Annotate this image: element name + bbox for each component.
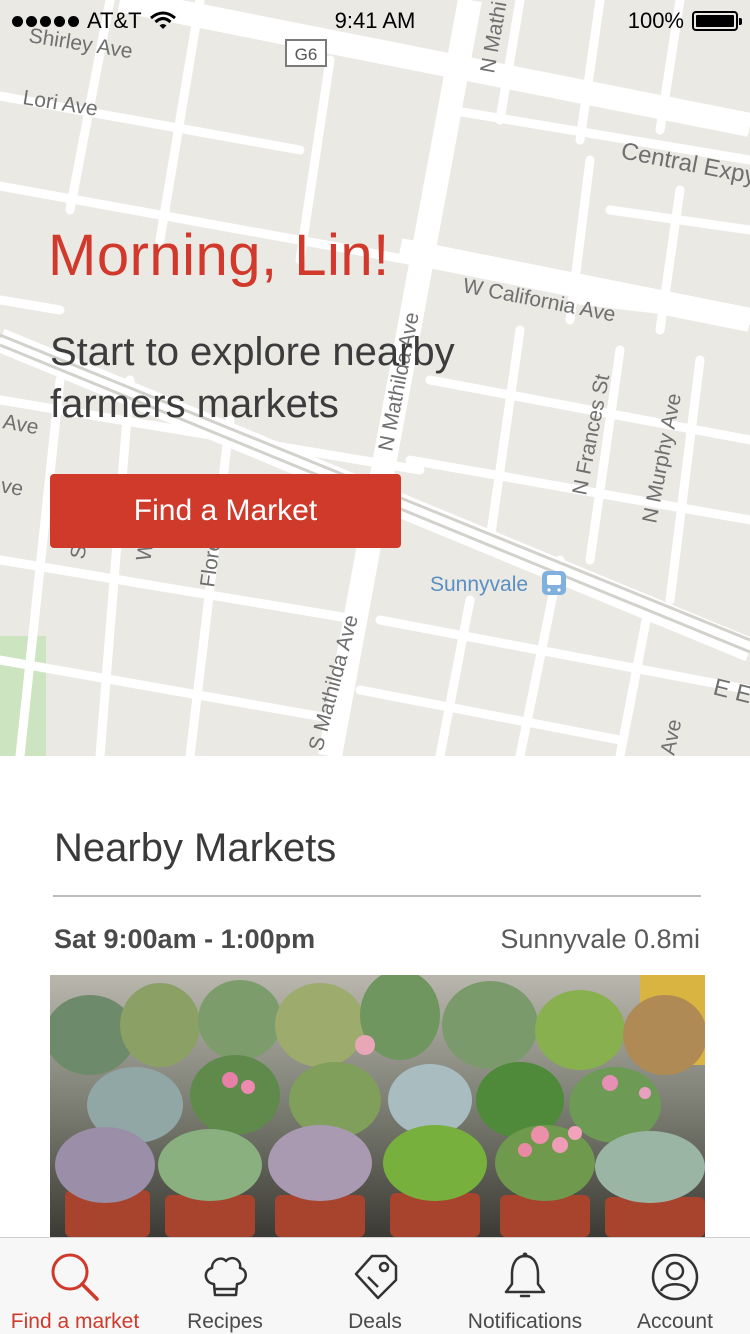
user-icon [651,1253,699,1301]
train-icon [542,571,566,595]
tab-label: Account [637,1310,713,1333]
street-label: Lori Ave [21,86,99,121]
section-divider [53,895,701,897]
status-bar: AT&T 9:41 AM 100% [0,0,750,40]
tab-label: Notifications [467,1310,583,1333]
street-label: Ave [1,410,40,439]
tab-find-a-market[interactable]: Find a market [0,1238,150,1334]
street-label: E E [711,674,750,710]
tab-label: Deals [348,1310,402,1333]
tab-recipes[interactable]: Recipes [150,1238,300,1334]
transit-station-label: Sunnyvale [430,573,528,596]
search-icon [51,1253,99,1301]
tab-label: Recipes [187,1310,263,1333]
tag-icon [354,1254,398,1300]
chef-hat-icon [204,1256,247,1297]
find-market-button[interactable]: Find a Market [50,474,401,548]
tab-label: Find a market [10,1310,140,1333]
battery-percentage: 100% [627,8,684,33]
transit-station-sunnyvale: Sunnyvale [430,571,566,596]
tab-deals[interactable]: Deals [300,1238,450,1334]
market-location-distance: Sunnyvale 0.8mi [500,924,700,954]
street-label: Ave [656,717,686,756]
battery-icon [692,11,742,31]
highway-shield-label: G6 [295,45,318,64]
market-hours: Sat 9:00am - 1:00pm [54,924,316,954]
highway-shield-g6: G6 [285,39,327,67]
market-photo-succulents[interactable] [50,975,705,1237]
tab-notifications[interactable]: Notifications [450,1238,600,1334]
bell-icon [504,1252,546,1298]
street-label: ve [0,474,25,501]
hero-subtitle: Start to explore nearby farmers markets [50,330,455,426]
succulent-photo-illustration [50,975,705,1237]
tab-account[interactable]: Account [600,1238,750,1334]
nearby-markets-heading: Nearby Markets [54,826,337,870]
tab-bar: Find a market Recipes Deals Notification… [0,1237,750,1334]
greeting-heading: Morning, Lin! [48,223,390,288]
